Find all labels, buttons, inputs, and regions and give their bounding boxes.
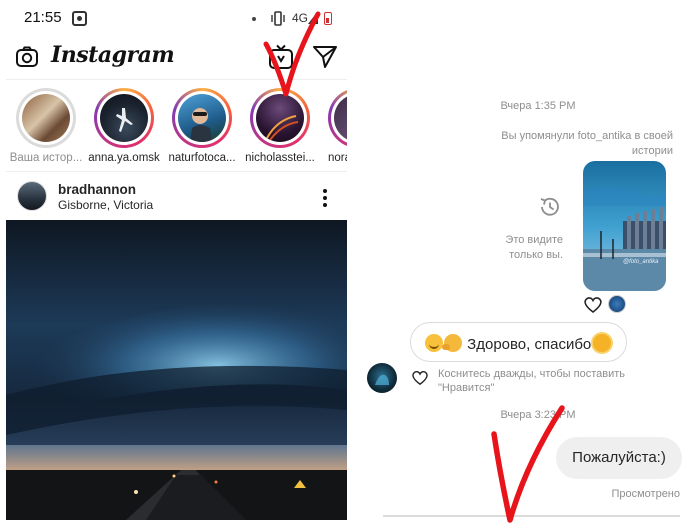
post-location[interactable]: Gisborne, Victoria [58, 198, 153, 212]
igtv-icon[interactable] [268, 44, 294, 70]
story-item-nora[interactable]: nora [320, 86, 347, 170]
person-face-icon [190, 108, 212, 142]
avatar [256, 94, 304, 142]
story-ring [172, 88, 232, 148]
feed-screen: 21:55 4G Instagram Ваша истор... anna.ya… [6, 0, 347, 525]
story-item-own[interactable]: Ваша истор... [8, 86, 84, 170]
avatar[interactable] [17, 181, 47, 211]
post-photo[interactable] [6, 220, 347, 520]
outgoing-message-text: Пожалуйста:) [572, 449, 666, 466]
notification-dot-icon [252, 17, 256, 21]
timestamp: Вчера 3:23 PM [500, 409, 576, 421]
road-lights-icon [265, 115, 299, 141]
story-item-anna[interactable]: anna.ya.omsk [86, 86, 162, 170]
vibrate-icon [271, 11, 285, 26]
post-username[interactable]: bradhannon [58, 182, 136, 197]
story-name: anna.ya.omsk [88, 152, 160, 164]
timestamp: Вчера 1:35 PM [500, 100, 576, 112]
mention-notice: Вы упомянули foto_antika в своей истории [501, 130, 673, 157]
incoming-message[interactable]: Здорово, спасибо [410, 322, 627, 362]
story-item-naturfoto[interactable]: naturfotoca... [164, 86, 240, 170]
sun-emoji-icon [593, 334, 612, 352]
seen-status: Просмотрено [611, 488, 680, 500]
avatar [22, 94, 70, 142]
heart-icon[interactable] [583, 296, 603, 314]
avatar [178, 94, 226, 142]
outgoing-message[interactable]: Пожалуйста:) [556, 437, 682, 479]
post-header: bradhannon Gisborne, Victoria [6, 174, 347, 220]
story-name: naturfotoca... [168, 152, 236, 164]
story-ring-gap [175, 91, 229, 145]
history-icon [540, 197, 559, 216]
direct-chat-screen: Вчера 1:35 PM Вы упомянули foto_antika в… [363, 0, 700, 525]
signal-icon [308, 11, 318, 24]
embankment-image [583, 161, 666, 291]
story-ring-gap [253, 91, 307, 145]
story-ring-gap [97, 91, 151, 145]
battery-icon [324, 12, 332, 25]
story-ring [250, 88, 310, 148]
story-ring [328, 88, 347, 148]
story-ring [94, 88, 154, 148]
network-type: 4G [292, 11, 309, 25]
avatar [100, 94, 148, 142]
shared-story-thumbnail[interactable]: @foto_antika [583, 161, 666, 291]
status-time: 21:55 [24, 9, 62, 26]
status-bar: 21:55 4G [6, 0, 347, 36]
incoming-message-text: Здорово, спасибо [425, 334, 612, 353]
story-watermark: @foto_antika [623, 259, 659, 265]
hugging-emoji-icon [442, 334, 462, 352]
double-tap-hint: Коснитесь дважды, чтобы поставить "Нрави… [438, 368, 626, 394]
app-notification-icon [72, 11, 87, 26]
story-name: nicholasstei... [245, 152, 315, 164]
smile-emoji-icon [425, 334, 443, 352]
story-item-nicholas[interactable]: nicholasstei... [242, 86, 318, 170]
story-ring [16, 88, 76, 148]
brand-logo: Instagram [51, 42, 175, 68]
storm-landscape-image [6, 220, 347, 520]
avatar[interactable] [367, 363, 397, 393]
stories-tray: Ваша истор... anna.ya.omsk naturfotoca..… [6, 82, 347, 172]
more-icon[interactable] [318, 188, 332, 208]
sender-photo-icon [375, 374, 389, 385]
story-name: nora [328, 152, 347, 164]
story-ring-gap [19, 91, 73, 145]
story-name: Ваша истор... [9, 152, 83, 164]
story-ring-gap [331, 91, 347, 145]
camera-icon[interactable] [15, 45, 39, 69]
message-input-divider [383, 515, 680, 517]
avatar [608, 295, 626, 313]
send-icon[interactable] [312, 45, 338, 69]
figure-silhouette-icon [116, 108, 133, 132]
only-you-notice: Это видите только вы. [505, 234, 563, 261]
avatar [334, 94, 347, 142]
top-bar: Instagram [6, 36, 347, 80]
incoming-message-label: Здорово, спасибо [467, 336, 592, 353]
heart-icon[interactable] [411, 370, 429, 386]
